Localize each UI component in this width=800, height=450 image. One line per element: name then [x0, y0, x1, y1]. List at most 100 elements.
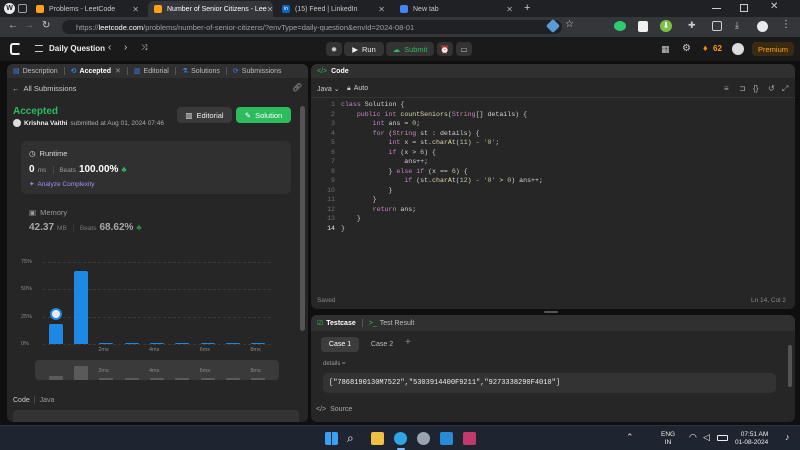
user-avatar-icon[interactable]: [732, 43, 744, 55]
browser-tab-problems[interactable]: Problems - LeetCode ✕: [30, 1, 145, 17]
downloads-icon[interactable]: ⤓: [735, 20, 739, 31]
close-tab-icon[interactable]: ✕: [267, 5, 273, 14]
case-1-tab[interactable]: Case 1: [321, 337, 359, 352]
distribution-bar[interactable]: [150, 342, 164, 344]
memory-unit: MB: [57, 225, 67, 232]
search-icon[interactable]: ⌕: [347, 431, 354, 446]
leetcode-logo-icon[interactable]: [10, 43, 21, 55]
snipping-tool-icon[interactable]: [463, 432, 476, 445]
close-tab-icon[interactable]: ✕: [132, 5, 139, 14]
notifications-bell-icon[interactable]: ♪: [785, 432, 790, 442]
format-code-icon[interactable]: ≡: [724, 84, 729, 93]
auto-mode-toggle[interactable]: 🔒︎ Auto: [347, 85, 368, 93]
bookmark-star-icon[interactable]: ☆: [565, 19, 574, 30]
shuffle-icon[interactable]: ⤨: [141, 43, 147, 53]
download-extension-icon[interactable]: ⬇: [660, 20, 672, 32]
testcase-scrollbar[interactable]: [788, 345, 792, 387]
distribution-bar[interactable]: [226, 342, 240, 344]
source-link[interactable]: </> Source: [316, 406, 352, 413]
close-tab-icon[interactable]: ✕: [506, 5, 513, 14]
tab-description[interactable]: ▤ Description: [7, 67, 64, 76]
browser-menu-icon[interactable]: ⋮: [781, 19, 791, 30]
solution-button[interactable]: ✎ Solution: [236, 107, 291, 123]
testcase-panel: ☑ Testcase >_ Test Result Case 1 Case 2 + …: [311, 315, 795, 422]
browser-tab-new-tab[interactable]: New tab ✕: [394, 1, 519, 17]
code-area[interactable]: 1 class Solution {2 public int countSenio…: [311, 100, 795, 290]
new-tab-button[interactable]: +: [524, 2, 530, 14]
tray-chevron-up-icon[interactable]: ⌃: [626, 432, 634, 443]
address-bar[interactable]: https://leetcode.com/problems/number-of-…: [62, 20, 562, 34]
browser-profile-icon[interactable]: W: [4, 3, 15, 14]
tab-actions-icon[interactable]: [18, 4, 27, 13]
fullscreen-icon[interactable]: ⤢: [782, 84, 788, 94]
analyze-complexity-link[interactable]: ✦ Analyze Complexity: [29, 180, 95, 188]
edge-browser-icon[interactable]: [394, 432, 407, 445]
code-line: if (x > 6) {: [388, 148, 436, 156]
all-submissions-link[interactable]: ← All Submissions: [12, 84, 76, 93]
browser-tab-linkedin[interactable]: in (15) Feed | LinkedIn ✕: [276, 1, 391, 17]
debug-button[interactable]: ✹: [326, 42, 342, 56]
file-explorer-icon[interactable]: [371, 432, 384, 445]
input-language[interactable]: ENG IN: [661, 431, 675, 447]
tab-test-result[interactable]: >_ Test Result: [363, 320, 421, 327]
layout-grid-icon[interactable]: ▦: [661, 44, 670, 55]
distribution-bar[interactable]: [200, 342, 215, 344]
settings-gear-icon[interactable]: ⚙: [682, 43, 691, 54]
tab-submissions[interactable]: ⟳ Submissions: [227, 67, 288, 76]
volume-icon[interactable]: ◁: [703, 432, 710, 443]
line-number: 11: [327, 196, 335, 203]
forward-icon[interactable]: →: [24, 20, 34, 31]
distribution-bar[interactable]: [48, 324, 63, 344]
distribution-bar[interactable]: [124, 342, 139, 344]
tab-editorial[interactable]: ▥ Editorial: [128, 67, 175, 76]
wifi-icon[interactable]: ◠: [689, 432, 697, 443]
case-2-tab[interactable]: Case 2: [363, 337, 401, 352]
share-link-icon[interactable]: 🔗︎: [292, 83, 302, 92]
browser-tab-senior-citizens[interactable]: Number of Senior Citizens - Lee ✕: [148, 1, 273, 17]
bookmark-icon[interactable]: ⊐: [739, 84, 746, 93]
distribution-bar[interactable]: [251, 342, 266, 344]
panel-scrollbar[interactable]: [300, 106, 305, 331]
braces-icon[interactable]: {}: [753, 84, 758, 93]
profile-avatar-icon[interactable]: [757, 21, 768, 32]
tab-testcase[interactable]: ☑ Testcase: [311, 319, 362, 328]
close-tab-icon[interactable]: ✕: [115, 67, 121, 75]
premium-button[interactable]: Premium: [752, 42, 794, 56]
vscode-icon[interactable]: [440, 432, 453, 445]
distribution-bar[interactable]: [99, 342, 114, 344]
reset-icon[interactable]: ↺: [768, 84, 775, 93]
add-testcase-button[interactable]: +: [405, 337, 411, 348]
distribution-bar[interactable]: [175, 342, 190, 344]
run-button[interactable]: ▶ Run: [344, 42, 384, 56]
back-icon[interactable]: ←: [8, 20, 18, 31]
close-tab-icon[interactable]: ✕: [378, 5, 385, 14]
clock[interactable]: 07:51 AM 01-08-2024: [735, 431, 768, 447]
windows-start-icon[interactable]: [325, 432, 338, 445]
panel-resize-handle[interactable]: [544, 311, 558, 313]
submit-button[interactable]: ☁ Submit: [386, 42, 434, 56]
next-problem-icon[interactable]: ›: [124, 42, 127, 53]
settings-icon[interactable]: [417, 432, 430, 445]
editorial-button[interactable]: ▥ Editorial: [177, 107, 232, 123]
submitter-name[interactable]: Krishna Vaithi: [24, 120, 67, 127]
sidebar-icon[interactable]: [712, 21, 722, 31]
tab-accepted[interactable]: ⟲ Accepted ✕: [65, 67, 127, 76]
extensions-puzzle-icon[interactable]: ✚: [688, 20, 696, 31]
daily-question-title[interactable]: Daily Question: [49, 44, 105, 53]
window-minimize-icon[interactable]: [712, 8, 721, 9]
problem-list-icon[interactable]: [35, 45, 43, 52]
extension-eye-icon[interactable]: [614, 21, 626, 31]
distribution-bar[interactable]: [74, 270, 88, 344]
reload-icon[interactable]: ↻: [42, 20, 50, 31]
extension-icon[interactable]: [638, 21, 648, 32]
details-input[interactable]: ["7868190130M7522","5303914400F9211","92…: [323, 373, 776, 393]
tab-solutions[interactable]: ⚗ Solutions: [176, 67, 226, 76]
timer-button[interactable]: ⏰: [437, 42, 453, 56]
window-close-icon[interactable]: ✕: [770, 1, 778, 12]
streak-count[interactable]: 62: [713, 44, 722, 53]
prev-problem-icon[interactable]: ‹: [108, 42, 111, 53]
notes-button[interactable]: ▭: [456, 42, 472, 56]
battery-icon[interactable]: [717, 435, 728, 441]
language-select[interactable]: Java ⌄: [317, 85, 340, 93]
window-restore-icon[interactable]: [740, 4, 748, 12]
